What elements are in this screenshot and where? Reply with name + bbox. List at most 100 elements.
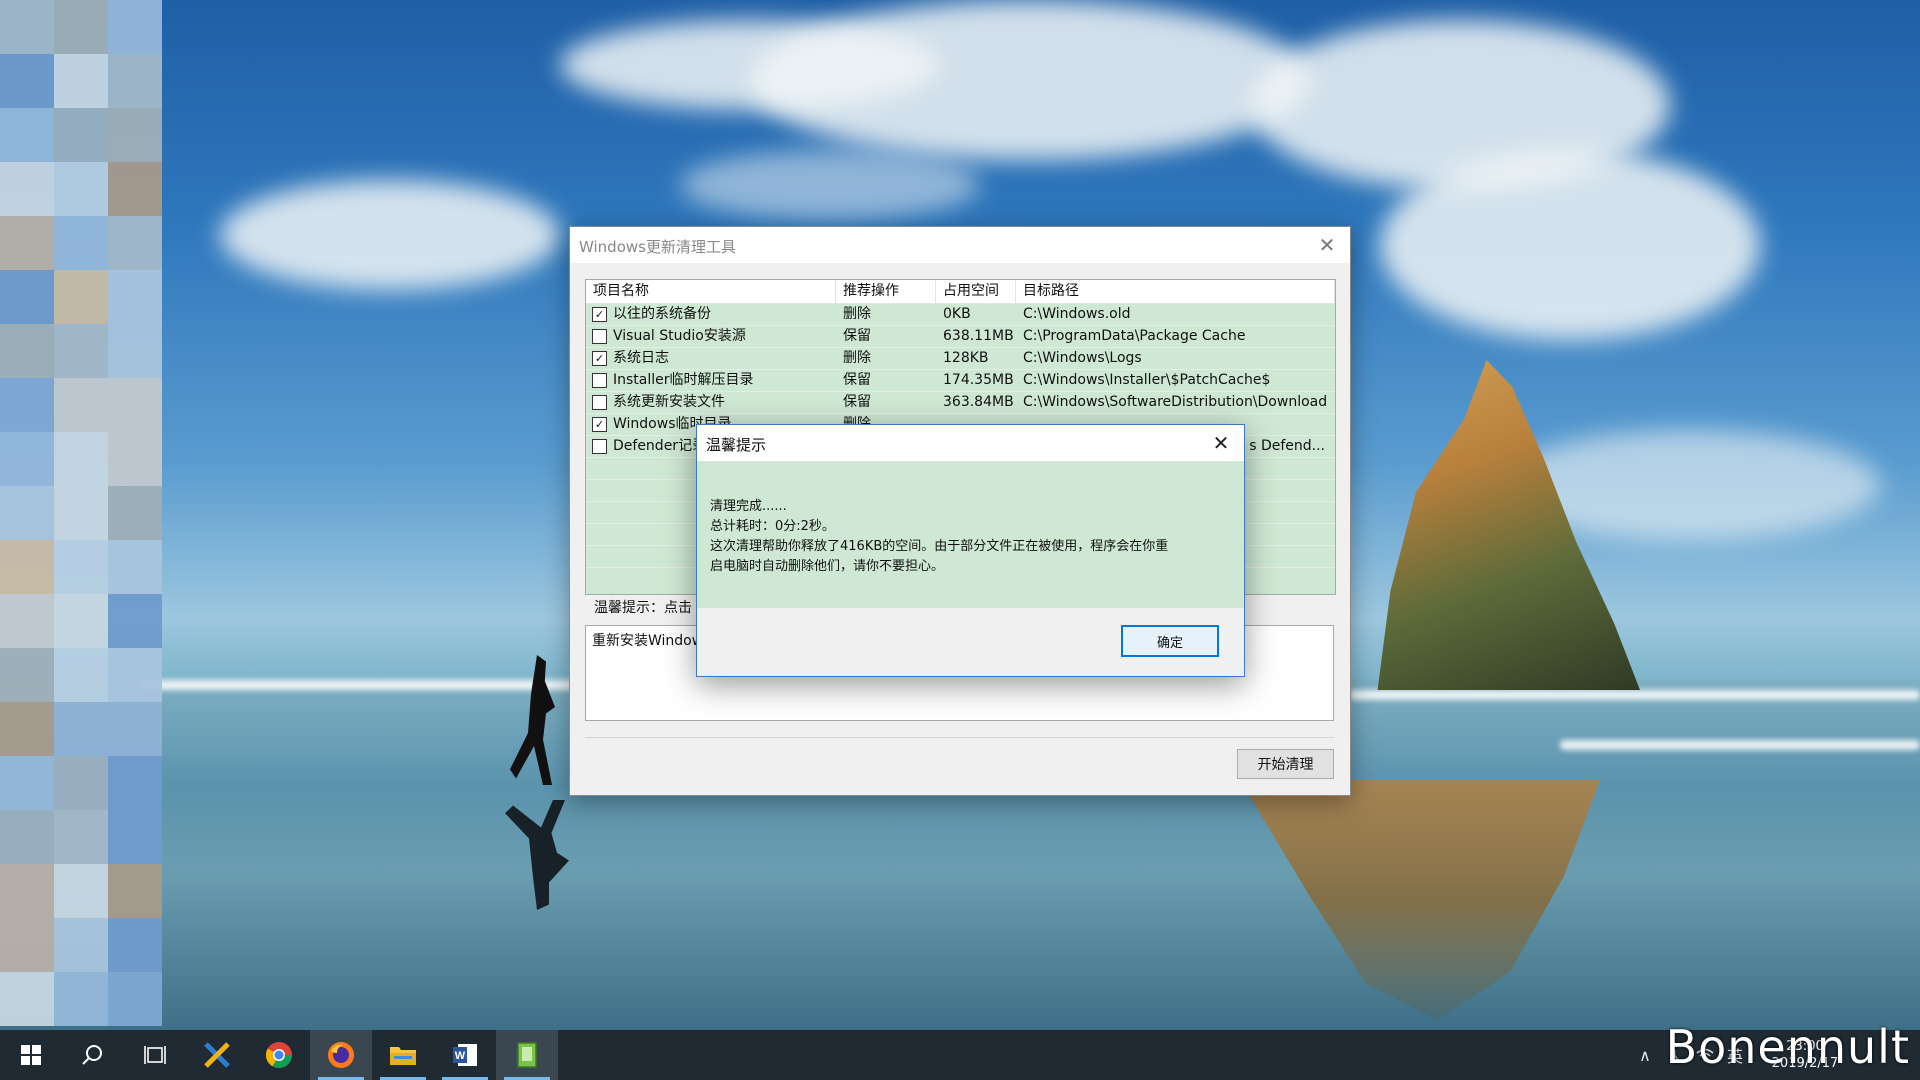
mosaic-tile (0, 0, 54, 54)
mosaic-tile (54, 432, 108, 486)
mosaic-tile (0, 756, 54, 810)
message-dialog: 温馨提示 ✕ 清理完成...... 总计耗时：0分:2秒。 这次清理帮助你释放了… (696, 424, 1245, 677)
xmind-icon[interactable] (186, 1030, 248, 1080)
checkbox[interactable] (592, 439, 607, 454)
cloud (680, 150, 980, 220)
start-cleanup-button[interactable]: 开始清理 (1237, 749, 1334, 779)
cloud (1380, 150, 1760, 340)
column-header-size[interactable]: 占用空间 (936, 280, 1016, 303)
message-line: 总计耗时：0分:2秒。 (710, 519, 835, 534)
mosaic-tile (108, 0, 162, 54)
cloud (220, 180, 560, 290)
message-line: 这次清理帮助你释放了416KB的空间。由于部分文件正在被使用，程序会在你重 (710, 539, 1169, 554)
checkbox[interactable] (592, 395, 607, 410)
mosaic-tile (0, 594, 54, 648)
row-path: C:\ProgramData\Package Cache (1023, 328, 1246, 344)
mosaic-tile (0, 54, 54, 108)
table-row[interactable]: ✓ 以往的系统备份 删除 0KB C:\Windows.old (586, 304, 1335, 326)
list-header: 项目名称 推荐操作 占用空间 目标路径 (586, 280, 1335, 304)
mosaic-tile (54, 216, 108, 270)
file-explorer-icon[interactable] (372, 1030, 434, 1080)
mosaic-tile (0, 270, 54, 324)
table-row[interactable]: ✓ 系统日志 删除 128KB C:\Windows\Logs (586, 348, 1335, 370)
mosaic-tile (108, 162, 162, 216)
row-size: 638.11MB (943, 328, 1014, 344)
row-name: Installer临时解压目录 (613, 372, 754, 388)
dialog-titlebar[interactable]: 温馨提示 ✕ (697, 425, 1244, 461)
table-row[interactable]: 系统更新安装文件 保留 363.84MB C:\Windows\Software… (586, 392, 1335, 414)
checkbox[interactable]: ✓ (592, 307, 607, 322)
mosaic-tile (0, 540, 54, 594)
mosaic-tile (54, 486, 108, 540)
search-icon[interactable] (62, 1030, 124, 1080)
mosaic-tile (108, 108, 162, 162)
row-action: 保留 (843, 394, 871, 410)
task-view-icon[interactable] (124, 1030, 186, 1080)
mosaic-tile (108, 486, 162, 540)
table-row[interactable]: Installer临时解压目录 保留 174.35MB C:\Windows\I… (586, 370, 1335, 392)
chevron-up-icon[interactable]: ∧ (1630, 1030, 1660, 1080)
message-line: 启电脑时自动删除他们，请你不要担心。 (710, 559, 945, 574)
checkbox[interactable]: ✓ (592, 417, 607, 432)
mosaic-tile (54, 108, 108, 162)
mosaic-tile (54, 540, 108, 594)
mosaic-tile (0, 702, 54, 756)
mosaic-tile (0, 432, 54, 486)
svg-text:W: W (455, 1050, 466, 1062)
mosaic-tile (0, 864, 54, 918)
row-name-cell: ✓ 以往的系统备份 (586, 304, 836, 325)
column-header-action[interactable]: 推荐操作 (836, 280, 936, 303)
mosaic-tile (108, 432, 162, 486)
row-name: 系统更新安装文件 (613, 394, 725, 410)
start-icon[interactable] (0, 1030, 62, 1080)
window-titlebar[interactable]: Windows更新清理工具 ✕ (570, 227, 1350, 263)
mosaic-tile (54, 0, 108, 54)
chrome-icon[interactable] (248, 1030, 310, 1080)
mosaic-tile (108, 216, 162, 270)
mosaic-tile (108, 864, 162, 918)
mosaic-tile (108, 324, 162, 378)
cloud (750, 0, 1310, 160)
column-header-name[interactable]: 项目名称 (586, 280, 836, 303)
row-name-cell: Visual Studio安装源 (586, 326, 836, 347)
row-size: 128KB (943, 350, 989, 366)
surf (140, 680, 580, 690)
firefox-icon[interactable] (310, 1030, 372, 1080)
column-header-path[interactable]: 目标路径 (1016, 280, 1335, 303)
checkbox[interactable]: ✓ (592, 351, 607, 366)
row-name: Visual Studio安装源 (613, 328, 746, 344)
table-row[interactable]: Visual Studio安装源 保留 638.11MB C:\ProgramD… (586, 326, 1335, 348)
watermark: Bonennult (1665, 1020, 1910, 1074)
row-path: C:\Windows\Installer\$PatchCache$ (1023, 372, 1271, 388)
mosaic-tile (0, 810, 54, 864)
close-icon[interactable]: ✕ (1198, 425, 1244, 461)
ok-button[interactable]: 确定 (1121, 625, 1219, 657)
mosaic-tile (54, 810, 108, 864)
row-name-cell: ✓ 系统日志 (586, 348, 836, 369)
window-title: Windows更新清理工具 (579, 238, 736, 256)
dialog-message: 清理完成...... 总计耗时：0分:2秒。 这次清理帮助你释放了416KB的空… (710, 497, 1168, 577)
mosaic-tile (54, 162, 108, 216)
checkbox[interactable] (592, 373, 607, 388)
mosaic-tile (0, 918, 54, 972)
mosaic-tile (0, 972, 54, 1026)
mosaic-tile (0, 216, 54, 270)
mosaic-tile (0, 378, 54, 432)
mosaic-tile (108, 648, 162, 702)
mosaic-tile (108, 540, 162, 594)
surf (1350, 690, 1920, 700)
word-icon[interactable]: W (434, 1030, 496, 1080)
mosaic-tile (108, 972, 162, 1026)
mosaic-tile (54, 702, 108, 756)
notepad-icon[interactable] (496, 1030, 558, 1080)
row-name: 系统日志 (613, 350, 669, 366)
row-name: 以往的系统备份 (613, 306, 711, 322)
mosaic-tile (108, 54, 162, 108)
checkbox[interactable] (592, 329, 607, 344)
surf (1560, 740, 1920, 750)
close-icon[interactable]: ✕ (1304, 227, 1350, 263)
mosaic-tile (54, 324, 108, 378)
row-path: C:\Windows\SoftwareDistribution\Download (1023, 394, 1328, 410)
row-path: C:\Windows\Logs (1023, 350, 1142, 366)
mosaic-tile (108, 810, 162, 864)
